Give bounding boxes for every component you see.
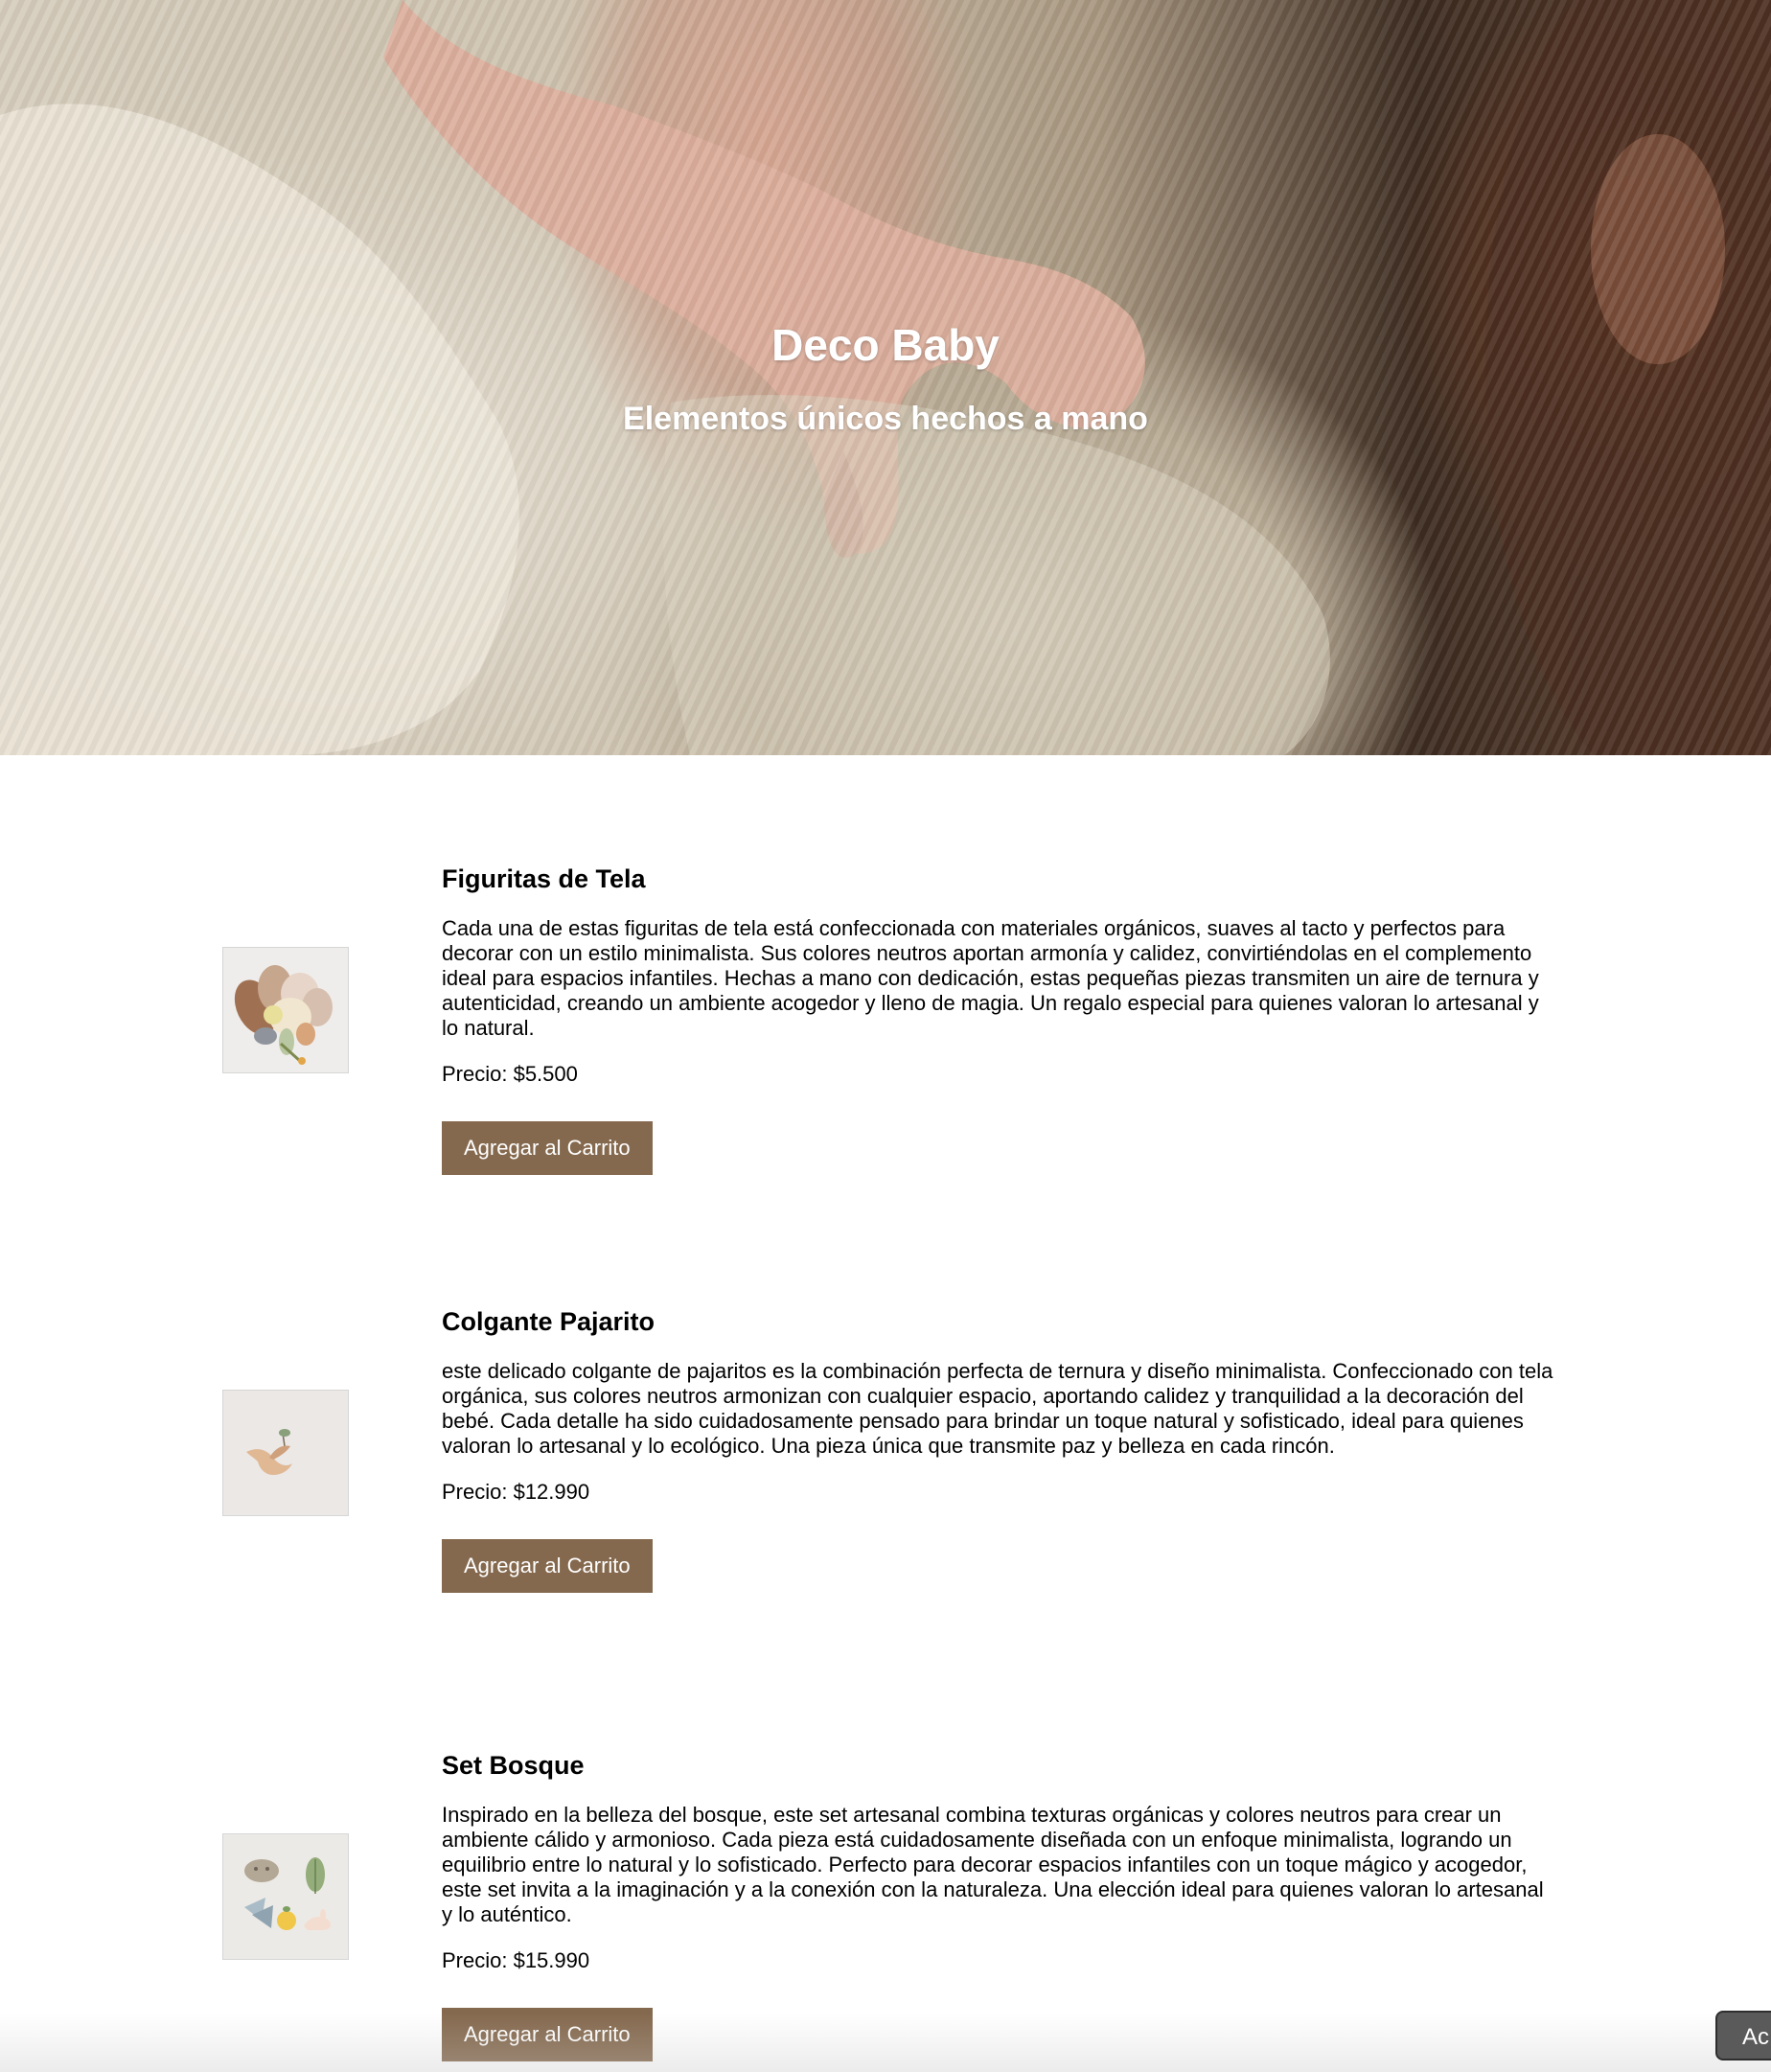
hero-background-photo [0,0,1771,755]
hero-banner: Deco Baby Elementos únicos hechos a mano [0,0,1771,755]
site-subtitle: Elementos únicos hechos a mano [623,401,1148,437]
bird-mobile-illustration [223,1391,348,1515]
forest-set-illustration [223,1834,348,1959]
product-image-set-bosque[interactable] [222,1833,349,1960]
product-name: Colgante Pajarito [442,1307,656,1336]
product-price: Precio: $12.990 [442,1480,590,1504]
product-price: Precio: $5.500 [442,1062,578,1086]
product-name: Figuritas de Tela [442,864,646,893]
product-description: este delicado colgante de pajaritos es l… [442,1359,1553,1458]
product-info: Set Bosque Inspirado en la belleza del b… [442,1749,1553,2061]
product-description: Inspirado en la belleza del bosque, este… [442,1803,1544,1926]
product-price: Precio: $15.990 [442,1948,590,1972]
add-to-cart-button[interactable]: Agregar al Carrito [442,2008,653,2061]
add-to-cart-button[interactable]: Agregar al Carrito [442,1539,653,1593]
floating-action-button[interactable]: Ac [1715,2011,1771,2060]
product-description: Cada una de estas figuritas de tela está… [442,916,1539,1040]
product-info: Colgante Pajarito este delicado colgante… [442,1305,1553,1593]
product-image-colgante[interactable] [222,1390,349,1516]
product-info: Figuritas de Tela Cada una de estas figu… [442,863,1553,1175]
fabric-figures-illustration [223,948,348,1072]
product-image-figuritas[interactable] [222,947,349,1073]
add-to-cart-button[interactable]: Agregar al Carrito [442,1121,653,1175]
site-title: Deco Baby [771,320,1000,370]
product-name: Set Bosque [442,1751,585,1780]
